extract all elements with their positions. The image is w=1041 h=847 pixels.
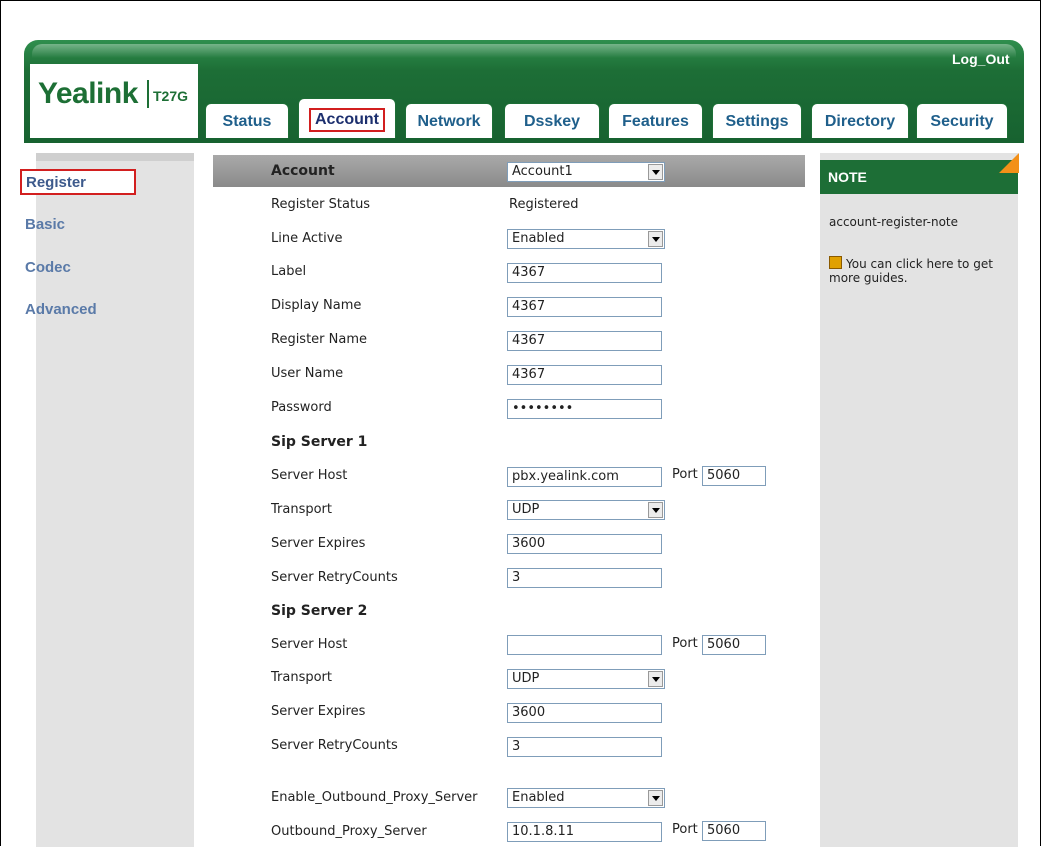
sip1-port-input[interactable]: 5060 — [702, 466, 766, 486]
note-title: NOTE — [820, 160, 1018, 194]
account-select[interactable]: Account1 — [507, 162, 665, 182]
line-active-select[interactable]: Enabled — [507, 229, 665, 249]
logout-link[interactable]: Log_Out — [952, 51, 1010, 67]
tab-directory[interactable]: Directory — [811, 103, 909, 141]
label-label: Label — [271, 264, 307, 279]
chevron-down-icon — [648, 671, 663, 687]
sidebar-item-register[interactable]: Register — [20, 169, 136, 195]
tab-status[interactable]: Status — [205, 103, 289, 141]
sip-server-1-title: Sip Server 1 — [271, 434, 368, 450]
register-status-label: Register Status — [271, 197, 371, 212]
sidebar — [36, 153, 194, 847]
label-input[interactable]: 4367 — [507, 263, 662, 283]
sip1-server-host-input[interactable]: pbx.yealink.com — [507, 467, 662, 487]
outbound-port-label: Port — [672, 822, 698, 837]
outbound-port-input[interactable]: 5060 — [702, 821, 766, 841]
chevron-down-icon — [648, 502, 663, 518]
tab-security[interactable]: Security — [916, 103, 1008, 141]
help-icon — [829, 256, 842, 269]
display-name-input[interactable]: 4367 — [507, 297, 662, 317]
tab-features[interactable]: Features — [608, 103, 703, 141]
outbound-server-input[interactable]: 10.1.8.11 — [507, 822, 662, 842]
display-name-label: Display Name — [271, 298, 362, 313]
sidebar-item-basic[interactable]: Basic — [25, 216, 65, 233]
model-label: T27G — [153, 88, 189, 104]
sip1-retry-input[interactable]: 3 — [507, 568, 662, 588]
password-label: Password — [271, 400, 332, 415]
tab-dsskey[interactable]: Dsskey — [504, 103, 600, 141]
line-active-label: Line Active — [271, 231, 343, 246]
sip2-server-host-label: Server Host — [271, 637, 348, 652]
sip-server-2-title: Sip Server 2 — [271, 603, 368, 619]
sip2-port-input[interactable]: 5060 — [702, 635, 766, 655]
outbound-enable-select[interactable]: Enabled — [507, 788, 665, 808]
chevron-down-icon — [648, 164, 663, 180]
logo-separator — [147, 80, 149, 108]
sip1-retry-label: Server RetryCounts — [271, 570, 398, 585]
sip2-port-label: Port — [672, 636, 698, 651]
sip2-expires-input[interactable]: 3600 — [507, 703, 662, 723]
sip2-transport-label: Transport — [271, 670, 333, 685]
user-name-input[interactable]: 4367 — [507, 365, 662, 385]
account-label: Account — [271, 163, 335, 179]
sidebar-item-advanced[interactable]: Advanced — [25, 301, 97, 318]
sip1-server-host-label: Server Host — [271, 468, 348, 483]
sip2-transport-select[interactable]: UDP — [507, 669, 665, 689]
sip2-server-host-input[interactable] — [507, 635, 662, 655]
tab-account[interactable]: Account — [298, 98, 396, 141]
chevron-down-icon — [648, 790, 663, 806]
sidebar-item-codec[interactable]: Codec — [25, 259, 71, 276]
brand-logo: Yealink — [38, 77, 138, 110]
outbound-enable-label: Enable_Outbound_Proxy_Server — [271, 790, 478, 805]
chevron-down-icon — [648, 231, 663, 247]
tab-settings[interactable]: Settings — [712, 103, 802, 141]
user-name-label: User Name — [271, 366, 344, 381]
guide-link[interactable]: You can click here to get more guides. — [829, 256, 1014, 285]
register-name-input[interactable]: 4367 — [507, 331, 662, 351]
sip2-retry-input[interactable]: 3 — [507, 737, 662, 757]
register-name-label: Register Name — [271, 332, 368, 347]
header-underline — [24, 138, 1024, 143]
sip1-expires-input[interactable]: 3600 — [507, 534, 662, 554]
note-corner-icon — [999, 153, 1019, 173]
sip1-port-label: Port — [672, 467, 698, 482]
note-text: account-register-note — [829, 215, 959, 229]
sip1-expires-label: Server Expires — [271, 536, 366, 551]
tab-network[interactable]: Network — [405, 103, 493, 141]
sip1-transport-select[interactable]: UDP — [507, 500, 665, 520]
register-status-value: Registered — [509, 197, 579, 212]
sip2-expires-label: Server Expires — [271, 704, 366, 719]
sip2-retry-label: Server RetryCounts — [271, 738, 398, 753]
password-input[interactable]: •••••••• — [507, 399, 662, 419]
guide-text: You can click here to get more guides. — [829, 257, 993, 285]
sip1-transport-label: Transport — [271, 502, 333, 517]
outbound-server-label: Outbound_Proxy_Server — [271, 824, 427, 839]
